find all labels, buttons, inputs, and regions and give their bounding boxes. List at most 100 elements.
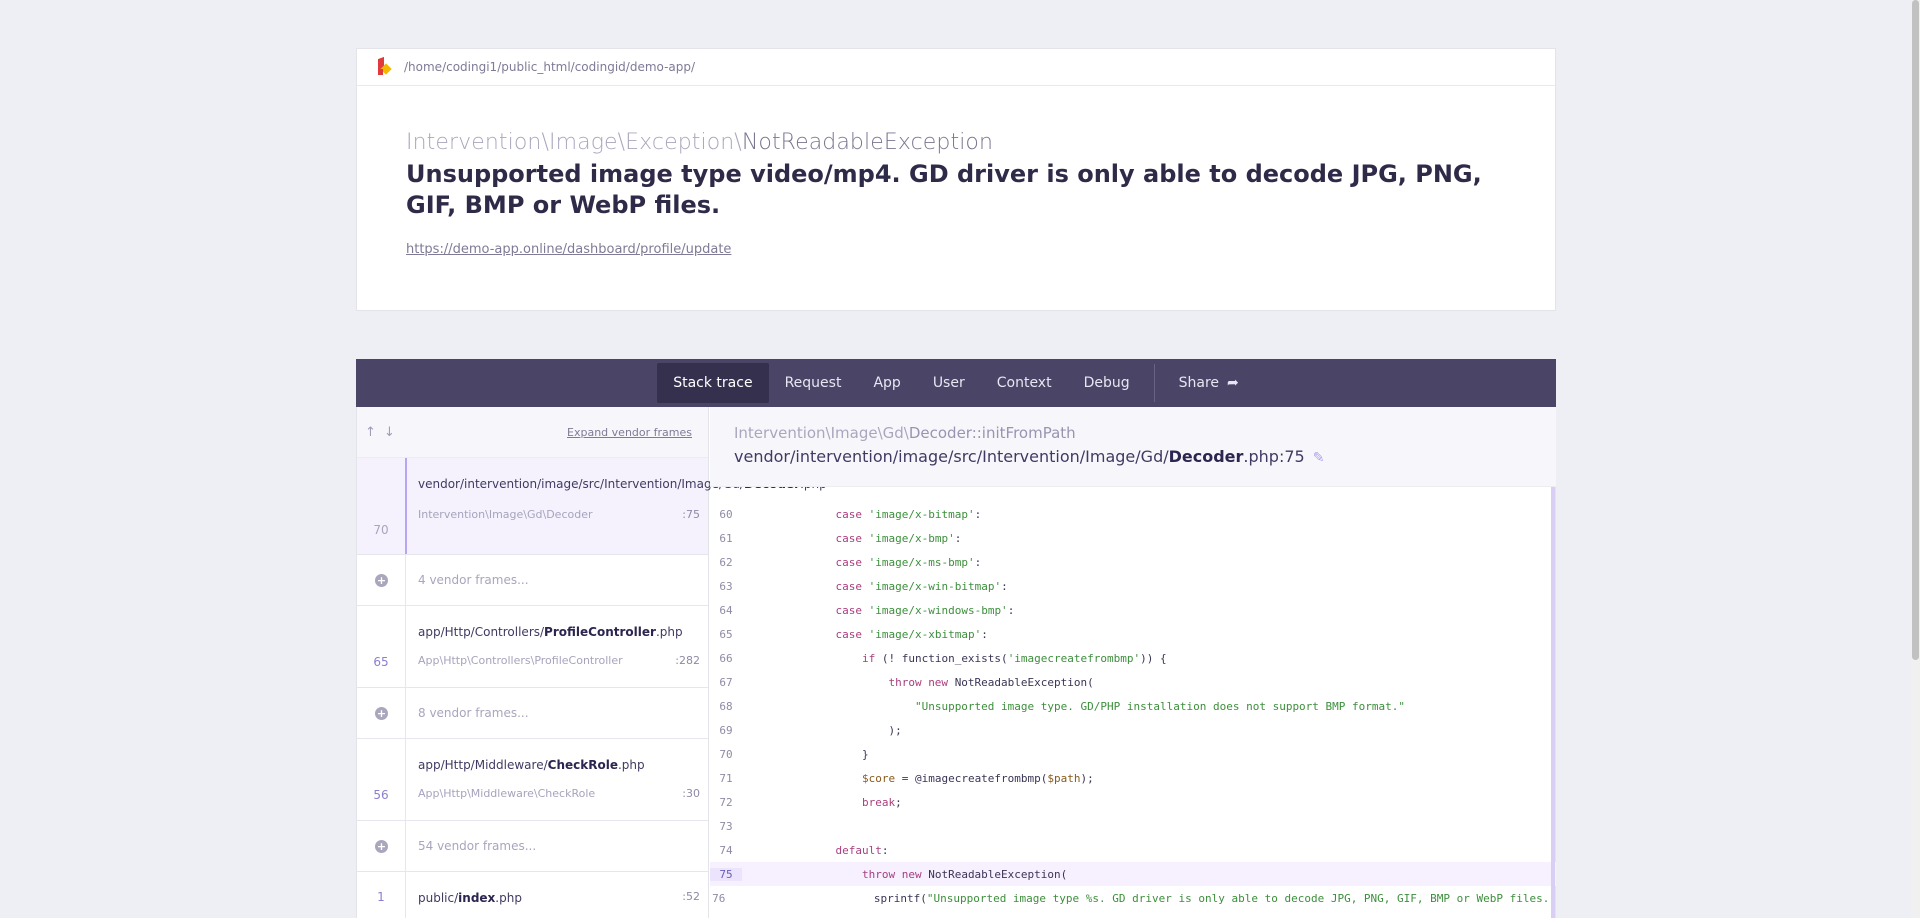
- code-line-source: }: [861, 747, 869, 761]
- code-line-number: 75: [710, 867, 742, 881]
- frame-file-ext: .php: [617, 758, 645, 772]
- code-line: 68 "Unsupported image type. GD/PHP insta…: [710, 694, 1556, 718]
- frame-file: app/Http/Middleware/CheckRole.php: [418, 757, 700, 773]
- frame-file-name: CheckRole: [547, 758, 618, 772]
- tab-bar: Stack trace Request App User Context Deb…: [356, 359, 1556, 407]
- tab-app[interactable]: App: [857, 363, 916, 403]
- exception-namespace: Intervention\Image\Exception\: [406, 130, 742, 155]
- tab-debug[interactable]: Debug: [1068, 363, 1146, 403]
- exception-class: Intervention\Image\Exception\NotReadable…: [406, 130, 1506, 155]
- frame-file-ext: .php: [655, 625, 683, 639]
- vendor-frames-group[interactable]: + 8 vendor frames...: [357, 688, 708, 739]
- tab-divider: [1153, 364, 1155, 402]
- code-class-namespace: Intervention\Image\Gd\: [734, 424, 909, 442]
- exception-message: Unsupported image type video/mp4. GD dri…: [406, 160, 1482, 219]
- code-line: 70 }: [710, 742, 1556, 766]
- code-line-source: case 'image/x-bmp':: [835, 531, 962, 545]
- frame-file: vendor/intervention/image/src/Interventi…: [418, 476, 827, 492]
- code-line-source: throw new NotReadableException(: [861, 867, 1068, 881]
- request-url-link[interactable]: https://demo-app.online/dashboard/profil…: [406, 242, 731, 257]
- app-path: /home/codingi1/public_html/codingid/demo…: [404, 60, 696, 74]
- expand-vendor-frames-link[interactable]: Expand vendor frames: [567, 426, 692, 439]
- code-file-name: Decoder: [1168, 447, 1244, 466]
- scrollbar-thumb[interactable]: [1912, 0, 1919, 660]
- share-label: Share: [1178, 375, 1220, 391]
- frame-file-prefix: public/: [418, 891, 459, 905]
- code-file-suffix: .php:75: [1243, 447, 1305, 466]
- code-line-number: 64: [719, 603, 733, 617]
- tab-stack-trace[interactable]: Stack trace: [657, 363, 769, 403]
- page-scrollbar[interactable]: [1911, 0, 1920, 918]
- share-button[interactable]: Share ➦: [1163, 363, 1255, 403]
- code-line: 76 sprintf("Unsupported image type %s. G…: [710, 886, 1556, 910]
- frame-file-prefix: app/Http/Controllers/: [418, 625, 545, 639]
- code-line-number: 70: [719, 747, 733, 761]
- frame-file-prefix: app/Http/Middleware/: [418, 758, 548, 772]
- code-line-source: default:: [835, 843, 889, 857]
- code-line-number: 63: [719, 579, 733, 593]
- code-line-source: break;: [861, 795, 902, 809]
- frame-class: Intervention\Image\Gd\Decoder: [418, 508, 593, 521]
- stack-frame[interactable]: 65 app/Http/Controllers/ProfileControlle…: [357, 606, 708, 688]
- code-line-source: throw new NotReadableException(: [888, 675, 1094, 689]
- frame-number: 1: [377, 890, 385, 904]
- code-line-source: case 'image/x-ms-bmp':: [835, 555, 982, 569]
- frame-class: App\Http\Controllers\ProfileController: [418, 654, 623, 667]
- code-line-source: sprintf("Unsupported image type %s. GD d…: [873, 891, 1556, 905]
- code-line: 72 break;: [710, 790, 1556, 814]
- code-line-source: case 'image/x-windows-bmp':: [835, 603, 1015, 617]
- stack-frame[interactable]: 1 public/index.php :52: [357, 872, 708, 918]
- code-line-number: 62: [719, 555, 733, 569]
- frames-list: ↑ ↓ Expand vendor frames 70 vendor/inter…: [357, 407, 827, 918]
- code-line-number: 67: [719, 675, 733, 689]
- code-line: 64 case 'image/x-windows-bmp':: [710, 598, 1556, 622]
- vendor-frames-label: 54 vendor frames...: [418, 839, 537, 853]
- edit-pencil-icon[interactable]: ✎: [1313, 450, 1325, 466]
- stack-frame[interactable]: 56 app/Http/Middleware/CheckRole.php App…: [357, 739, 708, 821]
- code-method: Intervention\Image\Gd\Decoder::initFromP…: [734, 424, 1532, 442]
- code-line: 63 case 'image/x-win-bitmap':: [710, 574, 1556, 598]
- code-line: 69 );: [710, 718, 1556, 742]
- card-top-bar: /home/codingi1/public_html/codingid/demo…: [357, 49, 1555, 86]
- frame-line: :282: [675, 654, 700, 667]
- code-line-number: 74: [719, 843, 733, 857]
- vendor-frames-group[interactable]: + 4 vendor frames...: [357, 555, 708, 606]
- code-line: 71 $core = @imagecreatefrombmp($path);: [710, 766, 1556, 790]
- code-line-number: 60: [719, 507, 733, 521]
- code-scroll-gutter: [1551, 487, 1555, 918]
- frames-header: ↑ ↓ Expand vendor frames: [357, 407, 708, 458]
- code-line-number: 71: [719, 771, 733, 785]
- share-arrow-icon: ➦: [1227, 375, 1239, 391]
- exception-class-name: NotReadableException: [741, 130, 994, 155]
- frame-file-ext: .php: [495, 891, 522, 905]
- expand-plus-icon: +: [375, 707, 388, 720]
- code-file-path: vendor/intervention/image/src/Interventi…: [734, 447, 1532, 466]
- vendor-frames-label: 4 vendor frames...: [418, 573, 529, 587]
- code-line: 60 case 'image/x-bitmap':: [710, 502, 1556, 526]
- ignition-logo-icon: [376, 56, 392, 77]
- code-line-number: 65: [719, 627, 733, 641]
- code-line: 66 if (! function_exists('imagecreatefro…: [710, 646, 1556, 670]
- frame-line: :30: [682, 787, 700, 800]
- stack-frame[interactable]: 70 vendor/intervention/image/src/Interve…: [357, 458, 827, 555]
- code-line: 75 throw new NotReadableException(: [710, 862, 1556, 886]
- frame-navigation-arrows-icon[interactable]: ↑ ↓: [365, 425, 397, 440]
- code-line-source: case 'image/x-bitmap':: [835, 507, 982, 521]
- code-line-source: if (! function_exists('imagecreatefrombm…: [861, 651, 1167, 665]
- tab-user[interactable]: User: [917, 363, 981, 403]
- code-line-source: $core = @imagecreatefrombmp($path);: [861, 771, 1094, 785]
- code-line-number: 66: [719, 651, 733, 665]
- code-snippet: 60 case 'image/x-bitmap': 61 case 'image/…: [710, 487, 1556, 918]
- code-line: 73: [710, 814, 1556, 838]
- vendor-frames-group[interactable]: + 54 vendor frames...: [357, 821, 708, 872]
- tab-context[interactable]: Context: [981, 363, 1068, 403]
- code-line-number: 76: [712, 891, 726, 905]
- tab-request[interactable]: Request: [769, 363, 858, 403]
- code-line: 74 default:: [710, 838, 1556, 862]
- frame-number: 70: [373, 523, 389, 537]
- code-header: Intervention\Image\Gd\Decoder::initFromP…: [710, 407, 1556, 487]
- code-line: 67 throw new NotReadableException(: [710, 670, 1556, 694]
- frame-file: public/index.php: [418, 890, 522, 906]
- code-line-number: 61: [719, 531, 733, 545]
- frame-line: :52: [682, 890, 700, 903]
